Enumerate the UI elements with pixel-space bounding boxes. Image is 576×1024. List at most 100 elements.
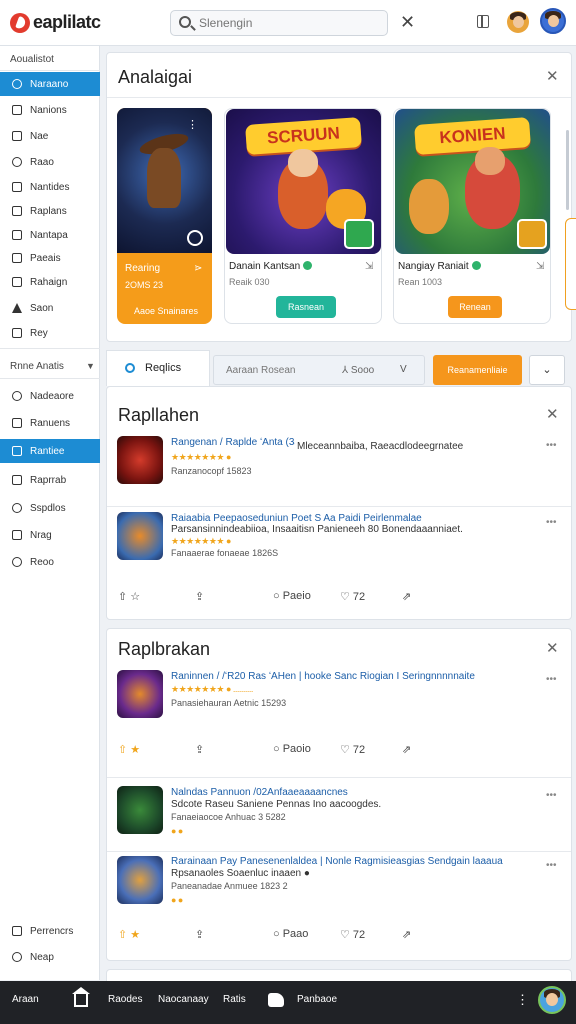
panel-toggle-icon[interactable] <box>477 15 489 28</box>
chevron-down-icon[interactable]: ⌄ <box>529 355 565 385</box>
sidebar-item-3[interactable]: Raao <box>0 150 100 174</box>
sidebar-item2-2[interactable]: Rantiee <box>0 439 100 463</box>
game-subtext: Rean 1003 <box>398 277 443 287</box>
sidebar-item-2[interactable]: Nae <box>0 124 100 148</box>
item-title[interactable]: Rarainaan Pay Panesenenlaldea | Nonle Ra… <box>171 856 541 867</box>
item-thumbnail[interactable] <box>117 856 163 904</box>
close-icon[interactable]: ✕ <box>400 12 415 33</box>
game-action-button[interactable]: Rasnean <box>276 296 336 318</box>
sidebar-item-4[interactable]: Nantides <box>0 175 100 199</box>
globe-icon <box>12 557 22 567</box>
share-action[interactable]: ⇪ <box>195 928 204 941</box>
comment-action[interactable]: ○ Paoio <box>273 743 311 755</box>
featured-game-card[interactable]: KONIEN Nangiay Raniait ⇲ Rean 1003 Renea… <box>393 108 551 324</box>
item-meta: Fanaaerae fonaeae 1826S <box>171 548 279 558</box>
game-footer[interactable]: Aaoe Snainares <box>134 306 198 316</box>
user-avatar[interactable] <box>540 8 566 34</box>
bottom-tab[interactable]: Raodes <box>108 994 142 1005</box>
filter-input-toggle[interactable]: V <box>400 364 407 375</box>
sidebar-footer-item-0[interactable]: Perrencrs <box>0 919 100 943</box>
sidebar-item2-4[interactable]: Sspdlos <box>0 496 100 520</box>
sidebar-item-9[interactable]: Saon <box>0 296 100 320</box>
more-icon[interactable]: ⋮ <box>516 992 529 1008</box>
reply-action[interactable]: ⇧ ★ <box>118 928 140 941</box>
app-name: eaplilatc <box>33 12 101 32</box>
bottom-bar: Araan Raodes Naocanaay Ratis Panbaoe ⋮ <box>0 981 576 1024</box>
bottom-tab[interactable]: Ratis <box>223 994 246 1005</box>
tab-label: Reqlics <box>145 362 182 374</box>
side-panel-peek[interactable] <box>565 218 576 310</box>
sidebar-item2-3[interactable]: Raprrab <box>0 468 100 492</box>
more-icon[interactable]: ••• <box>546 790 557 801</box>
game-action-button[interactable]: Renean <box>448 296 502 318</box>
filter-input-option[interactable]: ⅄ Sooo <box>342 365 374 376</box>
sidebar-item2-0[interactable]: Nadeaore <box>0 384 100 408</box>
item-title[interactable]: Raninnen / /ʻR20 Ras ʻAHen | hooke Sanc … <box>171 671 541 682</box>
share-action[interactable]: ⇪ <box>195 590 204 603</box>
search-icon <box>179 16 191 28</box>
sidebar-item-5[interactable]: Raplans <box>0 199 100 223</box>
document-icon <box>12 105 22 115</box>
sidebar-item-8[interactable]: Rahaign <box>0 270 100 294</box>
bottom-tab[interactable]: Naocanaay <box>158 994 209 1005</box>
more-icon[interactable]: ••• <box>546 517 557 528</box>
item-meta: Ranzanocopf 15823 <box>171 466 252 476</box>
sidebar-item-10[interactable]: Rey <box>0 321 100 345</box>
comment-action[interactable]: ○ Paeio <box>273 590 311 602</box>
expand-icon[interactable]: ⇲ <box>536 261 544 272</box>
featured-game-card[interactable]: SCRUUN Danain Kantsan ⇲ Reaik 030 Rasnea… <box>224 108 382 324</box>
sidebar-section-heading[interactable]: Rnne Anatis <box>10 361 64 372</box>
item-title[interactable]: Raiaabia Peepaoseduniun Poet S Aa Paidi … <box>171 513 541 524</box>
more-icon[interactable]: ••• <box>546 860 557 871</box>
sidebar-item-1[interactable]: Nanions <box>0 98 100 122</box>
close-icon[interactable]: ✕ <box>546 67 559 85</box>
like-action[interactable]: ♡ 72 <box>340 928 365 941</box>
scrollbar[interactable] <box>566 130 569 210</box>
like-action[interactable]: ♡ 72 <box>340 743 365 756</box>
item-title[interactable]: Rangenan / Raplde ʻAnta (3ai) <box>171 437 295 448</box>
item-thumbnail[interactable] <box>117 670 163 718</box>
filter-input[interactable]: Aaraan Rosean ⅄ Sooo V <box>213 355 425 385</box>
featured-game-card[interactable]: ⋮ Rearing ⋗ 2OMS 23 Aaoe Snainares <box>117 108 212 324</box>
sidebar-footer-item-1[interactable]: Neap <box>0 945 100 969</box>
item-thumbnail[interactable] <box>117 436 163 484</box>
sidebar-item2-6[interactable]: Reoo <box>0 550 100 574</box>
sidebar-item-6[interactable]: Nantapa <box>0 223 100 247</box>
hand-icon[interactable] <box>268 993 284 1007</box>
filter-action-button[interactable]: Reanamenliaie <box>433 355 522 385</box>
sidebar-item2-5[interactable]: Nrag <box>0 523 100 547</box>
avatar[interactable] <box>507 11 529 33</box>
close-icon[interactable]: ✕ <box>546 405 559 423</box>
home-icon[interactable] <box>72 987 90 1007</box>
chevron-down-icon[interactable]: ▼ <box>86 361 95 371</box>
forward-action[interactable]: ⇗ <box>402 743 411 756</box>
item-meta: Paneanadae Anmuee 1823 2 <box>171 881 288 891</box>
search-box[interactable] <box>170 10 388 36</box>
share-action[interactable]: ⇪ <box>195 743 204 756</box>
forward-action[interactable]: ⇗ <box>402 590 411 603</box>
bottom-bar-brand[interactable]: Araan <box>12 994 39 1005</box>
sidebar-item-label: Rey <box>30 327 48 339</box>
more-icon[interactable]: ⋮ <box>187 118 198 131</box>
close-icon[interactable]: ✕ <box>546 639 559 657</box>
bottom-tab[interactable]: Panbaoe <box>297 994 337 1005</box>
item-thumbnail[interactable] <box>117 512 163 560</box>
search-input[interactable] <box>199 14 379 32</box>
app-logo[interactable]: eaplilatc <box>10 12 101 33</box>
user-avatar[interactable] <box>538 986 566 1014</box>
reply-action[interactable]: ⇧ ☆ <box>118 590 140 603</box>
item-title[interactable]: Nalndas Pannuon /02Anfaaeaaaancnes <box>171 787 471 798</box>
reply-action[interactable]: ⇧ ★ <box>118 743 140 756</box>
tab-replies[interactable]: Reqlics <box>106 350 210 386</box>
sidebar-item2-1[interactable]: Ranuens <box>0 411 100 435</box>
more-icon[interactable]: ••• <box>546 674 557 685</box>
more-icon[interactable]: ••• <box>546 440 557 451</box>
sidebar-item-0[interactable]: Naraano <box>0 72 100 96</box>
comment-action[interactable]: ○ Paao <box>273 928 308 940</box>
expand-icon[interactable]: ⇲ <box>365 261 373 272</box>
like-action[interactable]: ♡ 72 <box>340 590 365 603</box>
forward-action[interactable]: ⇗ <box>402 928 411 941</box>
feed-card: Rapllahen ✕ <box>106 386 572 620</box>
sidebar-item-7[interactable]: Paeais <box>0 246 100 270</box>
item-thumbnail[interactable] <box>117 786 163 834</box>
